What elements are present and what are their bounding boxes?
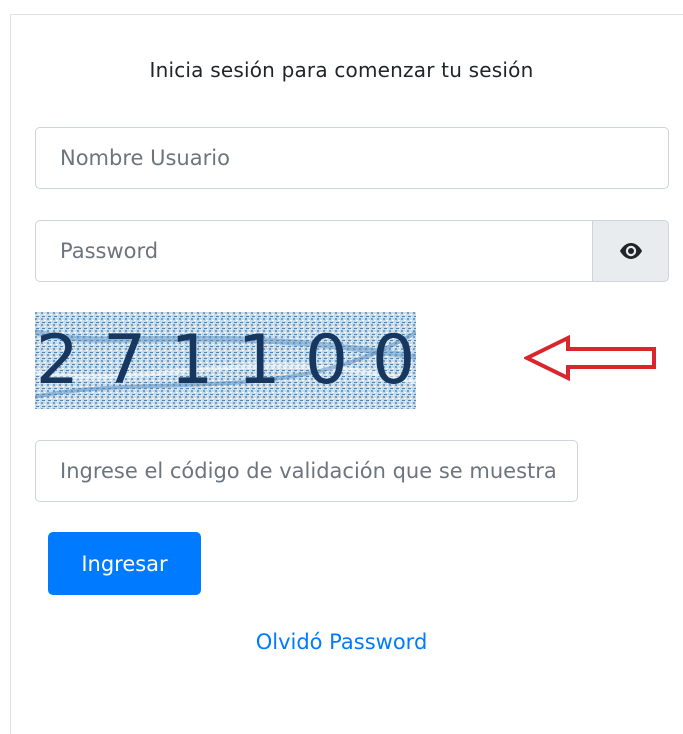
arrow-left-icon [524, 335, 656, 381]
password-input[interactable] [35, 220, 593, 282]
captcha-code: 271100 [35, 321, 440, 400]
captcha-input[interactable] [35, 440, 578, 502]
eye-icon [619, 243, 642, 259]
username-input[interactable] [35, 127, 669, 189]
login-button[interactable]: Ingresar [48, 532, 201, 595]
login-title: Inicia sesión para comenzar tu sesión [149, 58, 534, 82]
show-password-button[interactable] [592, 220, 669, 282]
forgot-password-link[interactable]: Olvidó Password [0, 630, 683, 654]
captcha-image: 271100 [35, 312, 416, 409]
